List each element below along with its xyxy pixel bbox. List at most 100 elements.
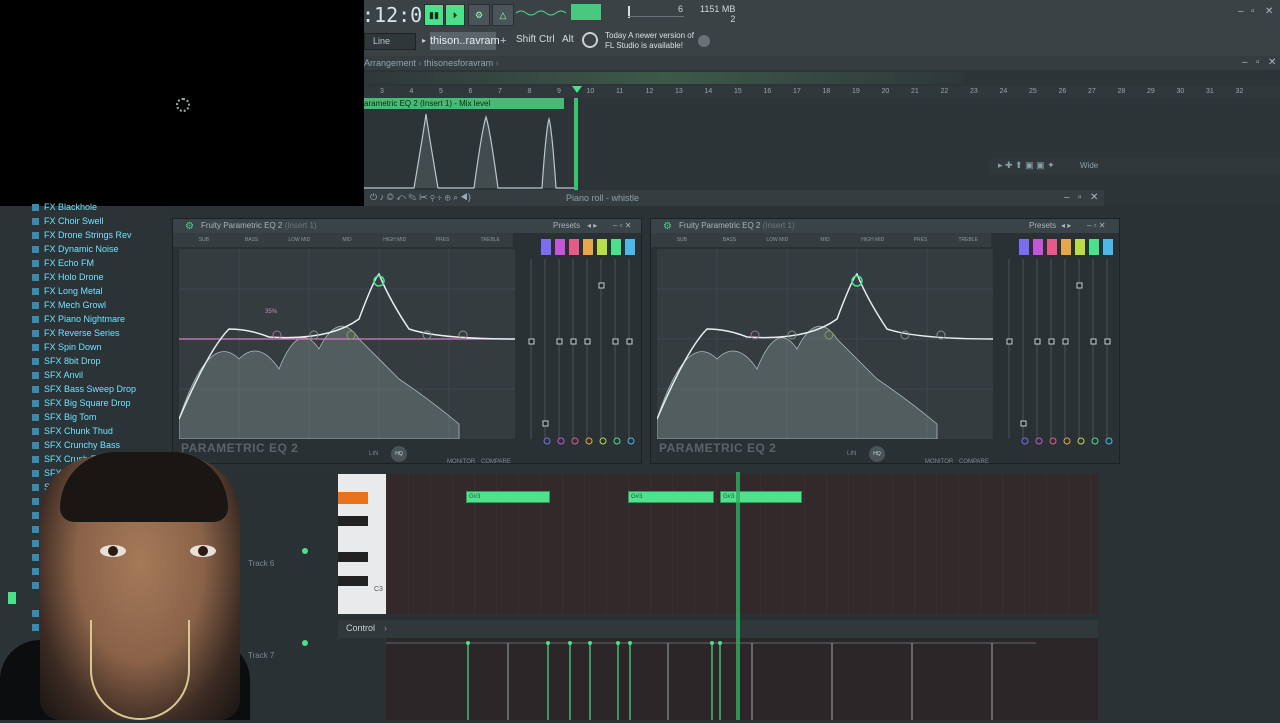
band-swatch[interactable] xyxy=(1089,239,1099,255)
compare-button[interactable]: COMPARE xyxy=(959,459,989,465)
shift-key[interactable]: Shift xyxy=(516,34,536,45)
band-swatch[interactable] xyxy=(611,239,621,255)
browser-item[interactable]: FX Holo Drone xyxy=(32,272,104,286)
add-pattern-icon[interactable]: + xyxy=(500,35,506,47)
alt-key[interactable]: Alt xyxy=(562,34,574,45)
preset-nav-icon[interactable]: ◂ ▸ xyxy=(1061,219,1071,233)
note[interactable]: G#3 xyxy=(466,491,550,503)
compare-button[interactable]: COMPARE xyxy=(481,459,511,465)
browser-item[interactable]: FX Piano Nightmare xyxy=(32,314,125,328)
presets-button[interactable]: Presets xyxy=(553,219,580,233)
browser-item[interactable]: SFX Anvil xyxy=(32,370,83,384)
lin-button[interactable]: LIN xyxy=(369,451,378,457)
tool-icons[interactable]: ▸ ✚ ⬆ ▣ ▣ ✦ xyxy=(998,160,1055,171)
playhead-marker[interactable] xyxy=(572,86,582,93)
gear-icon[interactable]: ⚙ xyxy=(185,220,194,234)
band-swatch[interactable] xyxy=(625,239,635,255)
eq-window-controls[interactable]: – ▫ ✕ xyxy=(613,219,631,233)
band-color-swatches[interactable] xyxy=(1019,239,1113,255)
browser-item[interactable]: FX Choir Swell xyxy=(32,216,104,230)
presets-button[interactable]: Presets xyxy=(1029,219,1056,233)
band-swatch[interactable] xyxy=(555,239,565,255)
band-swatch[interactable] xyxy=(1075,239,1085,255)
pattern-mode-button[interactable]: ▮▮ xyxy=(424,4,444,26)
gear-icon[interactable]: ⚙ xyxy=(663,220,672,234)
band-faders[interactable] xyxy=(523,249,635,439)
piano-keyboard[interactable]: C3 xyxy=(338,474,386,614)
piano-roll-maximize-icon[interactable]: ▫ xyxy=(1078,192,1082,203)
note[interactable]: G#3 xyxy=(720,491,802,503)
monitor-button[interactable]: MONITOR xyxy=(447,459,475,465)
band-swatch[interactable] xyxy=(569,239,579,255)
eq-titlebar[interactable]: ⚙ Fruity Parametric EQ 2 (Insert 1) Pres… xyxy=(173,219,641,233)
automation-clip[interactable] xyxy=(364,109,574,189)
browser-item[interactable]: FX Reverse Series xyxy=(32,328,120,342)
band-swatch[interactable] xyxy=(541,239,551,255)
maximize-icon[interactable]: ▫ xyxy=(1251,6,1255,17)
hq-button[interactable]: HQ xyxy=(869,446,885,462)
band-swatch[interactable] xyxy=(1047,239,1057,255)
note[interactable]: G#3 xyxy=(628,491,714,503)
update-hint[interactable]: Today A newer version of FL Studio is av… xyxy=(605,31,705,51)
track-6-led[interactable] xyxy=(302,548,308,554)
velocity-lane[interactable] xyxy=(386,638,1098,720)
browser-item[interactable]: SFX Bass Sweep Drop xyxy=(32,384,136,398)
monitor-button[interactable]: MONITOR xyxy=(925,459,953,465)
browser-item[interactable]: FX Dynamic Noise xyxy=(32,244,119,258)
close-icon[interactable]: ✕ xyxy=(1265,6,1273,17)
preset-nav-icon[interactable]: ◂ ▸ xyxy=(587,219,597,233)
band-swatch[interactable] xyxy=(1103,239,1113,255)
piano-roll-title[interactable]: Piano roll - whistle xyxy=(566,193,639,203)
lin-button[interactable]: LIN xyxy=(847,451,856,457)
track-7-label[interactable]: Track 7 xyxy=(248,651,274,660)
control-selector[interactable]: Control xyxy=(346,623,375,633)
globe-icon[interactable] xyxy=(698,35,710,47)
band-faders[interactable] xyxy=(1001,249,1113,439)
browser-item[interactable]: FX Long Metal xyxy=(32,286,103,300)
project-name[interactable]: thisonesforavram xyxy=(424,58,493,68)
hq-button[interactable]: HQ xyxy=(391,446,407,462)
stretch-mode[interactable]: Wide xyxy=(1080,161,1098,170)
band-color-swatches[interactable] xyxy=(541,239,635,255)
eq-window-controls[interactable]: – ▫ ✕ xyxy=(1087,219,1105,233)
browser-item[interactable]: FX Drone Strings Rev xyxy=(32,230,132,244)
track-6-label[interactable]: Track 6 xyxy=(248,559,274,568)
browser-item[interactable]: SFX Big Tom xyxy=(32,412,96,426)
arrangement-minimize-icon[interactable]: – xyxy=(1242,57,1248,68)
minimize-icon[interactable]: – xyxy=(1238,6,1244,17)
song-mode-button[interactable]: ⏵ xyxy=(445,4,465,26)
automation-clip-label[interactable]: arametric EQ 2 (Insert 1) - Mix level xyxy=(364,98,564,109)
browser-item[interactable]: FX Spin Down xyxy=(32,342,102,356)
selected-item-marker xyxy=(8,592,16,604)
update-icon[interactable] xyxy=(582,32,598,48)
snap-selector[interactable]: Line xyxy=(364,33,416,50)
band-swatch[interactable] xyxy=(583,239,593,255)
arrangement-close-icon[interactable]: ✕ xyxy=(1268,57,1276,68)
browser-item[interactable]: SFX 8bit Drop xyxy=(32,356,101,370)
wait-icon[interactable]: ⚙ xyxy=(468,4,490,26)
browser-item[interactable]: FX Mech Growl xyxy=(32,300,106,314)
band-swatch[interactable] xyxy=(1061,239,1071,255)
browser-item[interactable]: SFX Big Square Drop xyxy=(32,398,131,412)
band-swatch[interactable] xyxy=(597,239,607,255)
arrangement-maximize-icon[interactable]: ▫ xyxy=(1256,57,1260,68)
browser-item[interactable]: FX Blackhole xyxy=(32,202,97,216)
eq-graph[interactable] xyxy=(178,249,516,440)
track-7-led[interactable] xyxy=(302,640,308,646)
ctrl-key[interactable]: Ctrl xyxy=(539,34,555,45)
band-knobs[interactable] xyxy=(1019,433,1115,461)
piano-roll-close-icon[interactable]: ✕ xyxy=(1090,192,1098,203)
band-swatch[interactable] xyxy=(1019,239,1029,255)
band-swatch[interactable] xyxy=(1033,239,1043,255)
browser-item[interactable]: SFX Chunk Thud xyxy=(32,426,113,440)
browser-item[interactable]: FX Echo FM xyxy=(32,258,94,272)
eq-titlebar[interactable]: ⚙ Fruity Parametric EQ 2 (Insert 1) Pres… xyxy=(651,219,1119,233)
piano-roll-minimize-icon[interactable]: – xyxy=(1064,192,1070,203)
pattern-selector[interactable]: thison..ravram xyxy=(430,32,500,50)
metronome-icon[interactable]: △ xyxy=(492,4,514,26)
eq-graph[interactable] xyxy=(656,249,994,440)
arrangement-title[interactable]: Arrangement xyxy=(364,58,416,68)
arrangement-scrollbar[interactable] xyxy=(364,72,964,84)
piano-roll-tool-icons[interactable]: ⏻ ♪ ◎ ↶ ✎ ✂ ⚲ ⊹ ⊕ ⌕ ◀) xyxy=(370,192,471,203)
band-knobs[interactable] xyxy=(541,433,637,461)
